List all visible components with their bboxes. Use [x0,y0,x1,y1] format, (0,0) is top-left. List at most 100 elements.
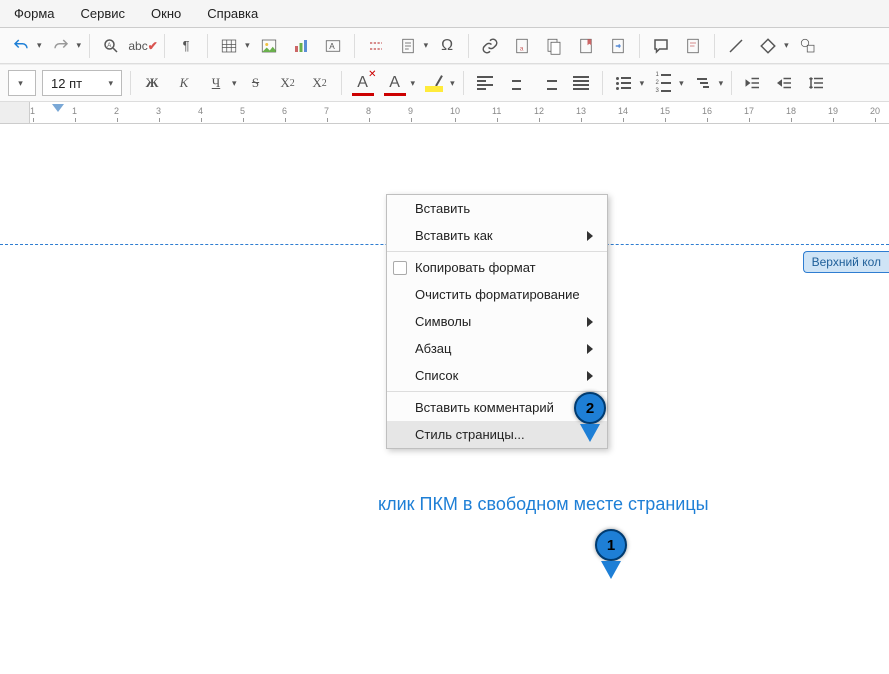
decrease-indent-button[interactable] [772,70,798,96]
line-tool-button[interactable] [723,33,749,59]
context-menu-label: Очистить форматирование [415,287,580,302]
insert-field-button[interactable] [395,33,421,59]
context-menu-label: Вставить [415,201,470,216]
paragraph-style-dropdown[interactable]: ▾ [8,70,36,96]
context-menu-item[interactable]: Вставить [387,195,607,222]
ruler-tick: 11 [492,106,501,116]
align-center-button[interactable] [504,70,530,96]
dropdown-icon[interactable]: ▾ [424,40,429,51]
ruler-corner [0,102,30,123]
ruler-tick: 5 [240,106,245,116]
draw-functions-button[interactable] [795,33,821,59]
align-right-button[interactable] [536,70,562,96]
document-canvas[interactable]: Верхний кол Вставить Вставить как Копирова… [0,124,889,674]
dropdown-icon[interactable]: ▾ [232,78,237,89]
outline-button[interactable] [690,70,716,96]
ruler-tick: 10 [450,106,460,116]
annotation-hint-text: клик ПКМ в свободном месте страницы [378,494,709,515]
separator [602,71,603,95]
cross-ref-button[interactable] [605,33,631,59]
context-menu-item[interactable]: Вставить как [387,222,607,249]
hyperlink-button[interactable] [477,33,503,59]
ruler-tick: 20 [870,106,880,116]
align-left-button[interactable] [472,70,498,96]
context-menu-item[interactable]: Стиль страницы... [387,421,607,448]
dropdown-icon[interactable]: ▾ [679,78,684,89]
separator [468,34,469,58]
horizontal-ruler[interactable]: 11234567891011121314151617181920 [0,102,889,124]
dropdown-icon[interactable]: ▾ [411,78,416,89]
clear-formatting-button[interactable]: A ✕ [350,70,376,96]
spellcheck-button[interactable]: abc✔ [130,33,156,59]
dropdown-icon[interactable]: ▾ [77,40,82,51]
insert-special-char-button[interactable]: Ω [434,33,460,59]
strike-button[interactable]: S [243,70,269,96]
context-menu-label: Копировать формат [415,260,536,275]
insert-table-button[interactable] [216,33,242,59]
font-size-value: 12 пт [51,76,82,91]
context-menu-label: Стиль страницы... [415,427,525,442]
endnote-button[interactable] [541,33,567,59]
font-color-button[interactable]: A [382,70,408,96]
footnote-button[interactable]: a [509,33,535,59]
track-changes-button[interactable] [680,33,706,59]
context-menu-label: Символы [415,314,471,329]
header-indicator-tab[interactable]: Верхний кол [803,251,889,273]
pilcrow-button[interactable]: ¶ [173,33,199,59]
separator [714,34,715,58]
annotation-pointer-1 [601,561,621,579]
separator [89,34,90,58]
context-menu-item[interactable]: Абзац [387,335,607,362]
dropdown-icon[interactable]: ▾ [450,78,455,89]
context-menu-item[interactable]: Очистить форматирование [387,281,607,308]
context-menu-item[interactable]: Копировать формат [387,254,607,281]
number-list-button[interactable]: 123 [650,70,676,96]
undo-button[interactable] [8,33,34,59]
redo-button[interactable] [48,33,74,59]
comment-button[interactable] [648,33,674,59]
align-justify-button[interactable] [568,70,594,96]
superscript-button[interactable]: X2 [275,70,301,96]
increase-indent-button[interactable] [740,70,766,96]
context-menu-label: Вставить как [415,228,493,243]
ruler-tick: 3 [156,106,161,116]
page-break-button[interactable] [363,33,389,59]
bookmark-button[interactable] [573,33,599,59]
bullet-list-button[interactable] [611,70,637,96]
context-menu-label: Вставить комментарий [415,400,554,415]
dropdown-icon[interactable]: ▾ [784,40,789,51]
context-menu-item[interactable]: Список [387,362,607,389]
separator [130,71,131,95]
ruler-tick: 6 [282,106,287,116]
formatting-toolbar: ▾ 12 пт ▾ Ж К Ч▾ S X2 X2 A ✕ A ▾ ▾ ▾ 123… [0,64,889,102]
dropdown-icon[interactable]: ▾ [640,78,645,89]
line-spacing-button[interactable] [804,70,830,96]
menu-form[interactable]: Форма [8,4,61,23]
find-button[interactable]: A [98,33,124,59]
indent-marker-icon[interactable] [52,104,64,112]
subscript-button[interactable]: X2 [307,70,333,96]
insert-chart-button[interactable] [288,33,314,59]
ruler-tick: 18 [786,106,796,116]
ruler-tick: 14 [618,106,628,116]
italic-button[interactable]: К [171,70,197,96]
font-size-field[interactable]: 12 пт ▾ [42,70,122,96]
menu-window[interactable]: Окно [145,4,187,23]
bold-button[interactable]: Ж [139,70,165,96]
dropdown-icon[interactable]: ▾ [245,40,250,51]
ruler-tick: 12 [534,106,544,116]
context-menu-item[interactable]: Символы [387,308,607,335]
menu-help[interactable]: Справка [201,4,264,23]
dropdown-icon[interactable]: ▾ [37,40,42,51]
underline-button[interactable]: Ч [203,70,229,96]
basic-shapes-button[interactable] [755,33,781,59]
ruler-tick: 4 [198,106,203,116]
ruler-tick: 15 [660,106,670,116]
dropdown-icon[interactable]: ▾ [719,78,724,89]
separator [463,71,464,95]
menu-service[interactable]: Сервис [75,4,132,23]
insert-textbox-button[interactable]: A [320,33,346,59]
dropdown-icon[interactable]: ▾ [108,78,113,89]
insert-image-button[interactable] [256,33,282,59]
highlight-button[interactable] [421,70,447,96]
